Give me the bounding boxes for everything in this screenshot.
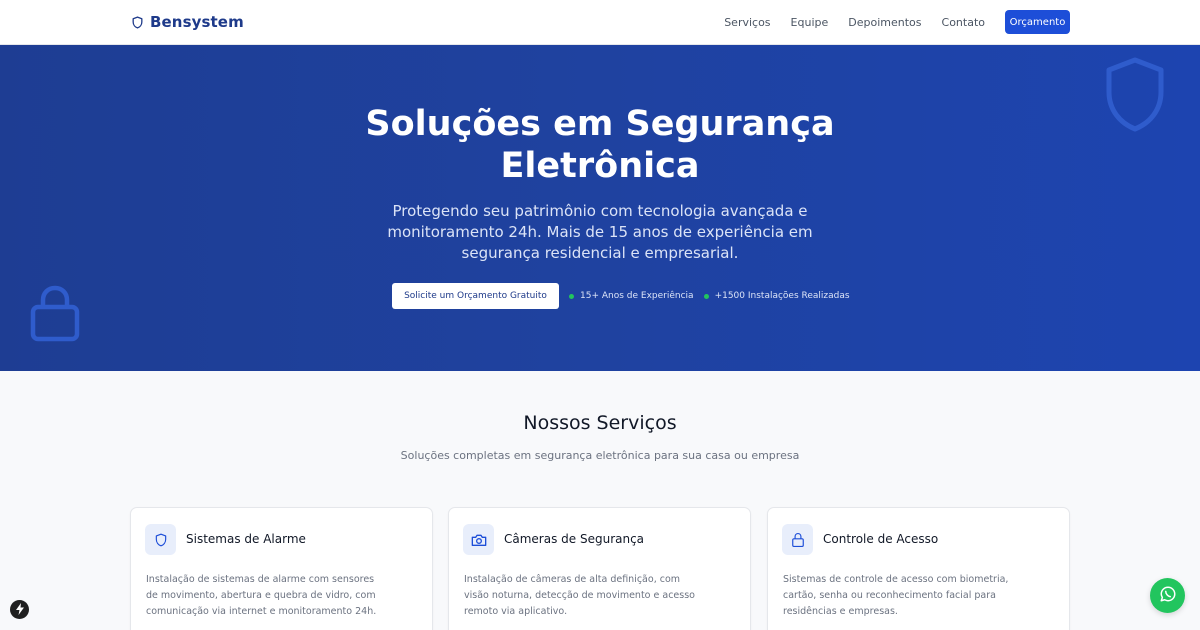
shield-icon xyxy=(131,15,144,30)
hero-actions: Solicite um Orçamento Gratuito 15+ Anos … xyxy=(392,283,850,309)
hero-subtitle: Protegendo seu patrimônio com tecnologia… xyxy=(387,202,813,262)
camera-icon xyxy=(463,524,494,555)
card-title: Controle de Acesso xyxy=(823,532,939,546)
nav-link-contato[interactable]: Contato xyxy=(942,16,985,29)
brand-logo[interactable]: Bensystem xyxy=(131,13,244,31)
hero-section: Soluções em Segurança Eletrônica Protege… xyxy=(0,45,1200,371)
whatsapp-icon xyxy=(1159,585,1177,607)
bolt-icon xyxy=(15,600,25,619)
quote-button[interactable]: Orçamento xyxy=(1005,10,1070,34)
stat-experience: 15+ Anos de Experiência xyxy=(569,291,694,301)
status-dot xyxy=(569,293,574,299)
nav-link-equipe[interactable]: Equipe xyxy=(791,16,829,29)
status-dot xyxy=(703,293,709,299)
brand-name: Bensystem xyxy=(150,13,244,31)
shield-icon xyxy=(145,524,176,555)
hero-title: Soluções em Segurança Eletrônica xyxy=(365,104,835,186)
service-card-alarm[interactable]: Sistemas de Alarme Instalação de sistema… xyxy=(130,507,433,630)
whatsapp-button[interactable] xyxy=(1150,578,1185,613)
lock-icon xyxy=(782,524,813,555)
services-title: Nossos Serviços xyxy=(523,412,677,434)
free-quote-button[interactable]: Solicite um Orçamento Gratuito xyxy=(392,283,559,309)
nav-link-servicos[interactable]: Serviços xyxy=(724,16,770,29)
card-description: Instalação de câmeras de alta definição,… xyxy=(464,574,695,617)
card-title: Câmeras de Segurança xyxy=(504,532,645,546)
stat-installations: +1500 Instalações Realizadas xyxy=(703,291,850,301)
devtools-button[interactable] xyxy=(10,600,29,619)
nav-links: Serviços Equipe Depoimentos Contato Orça… xyxy=(704,10,1070,34)
service-card-access[interactable]: Controle de Acesso Sistemas de controle … xyxy=(767,507,1070,630)
service-card-cameras[interactable]: Câmeras de Segurança Instalação de câmer… xyxy=(448,507,751,630)
card-title: Sistemas de Alarme xyxy=(186,532,306,546)
top-navbar: Bensystem Serviços Equipe Depoimentos Co… xyxy=(0,0,1200,45)
lock-icon xyxy=(30,285,80,347)
card-description: Instalação de sistemas de alarme com sen… xyxy=(146,574,377,617)
nav-link-depoimentos[interactable]: Depoimentos xyxy=(848,16,921,29)
card-description: Sistemas de controle de acesso com biome… xyxy=(783,574,1009,617)
services-subtitle: Soluções completas em segurança eletrôni… xyxy=(400,449,800,462)
